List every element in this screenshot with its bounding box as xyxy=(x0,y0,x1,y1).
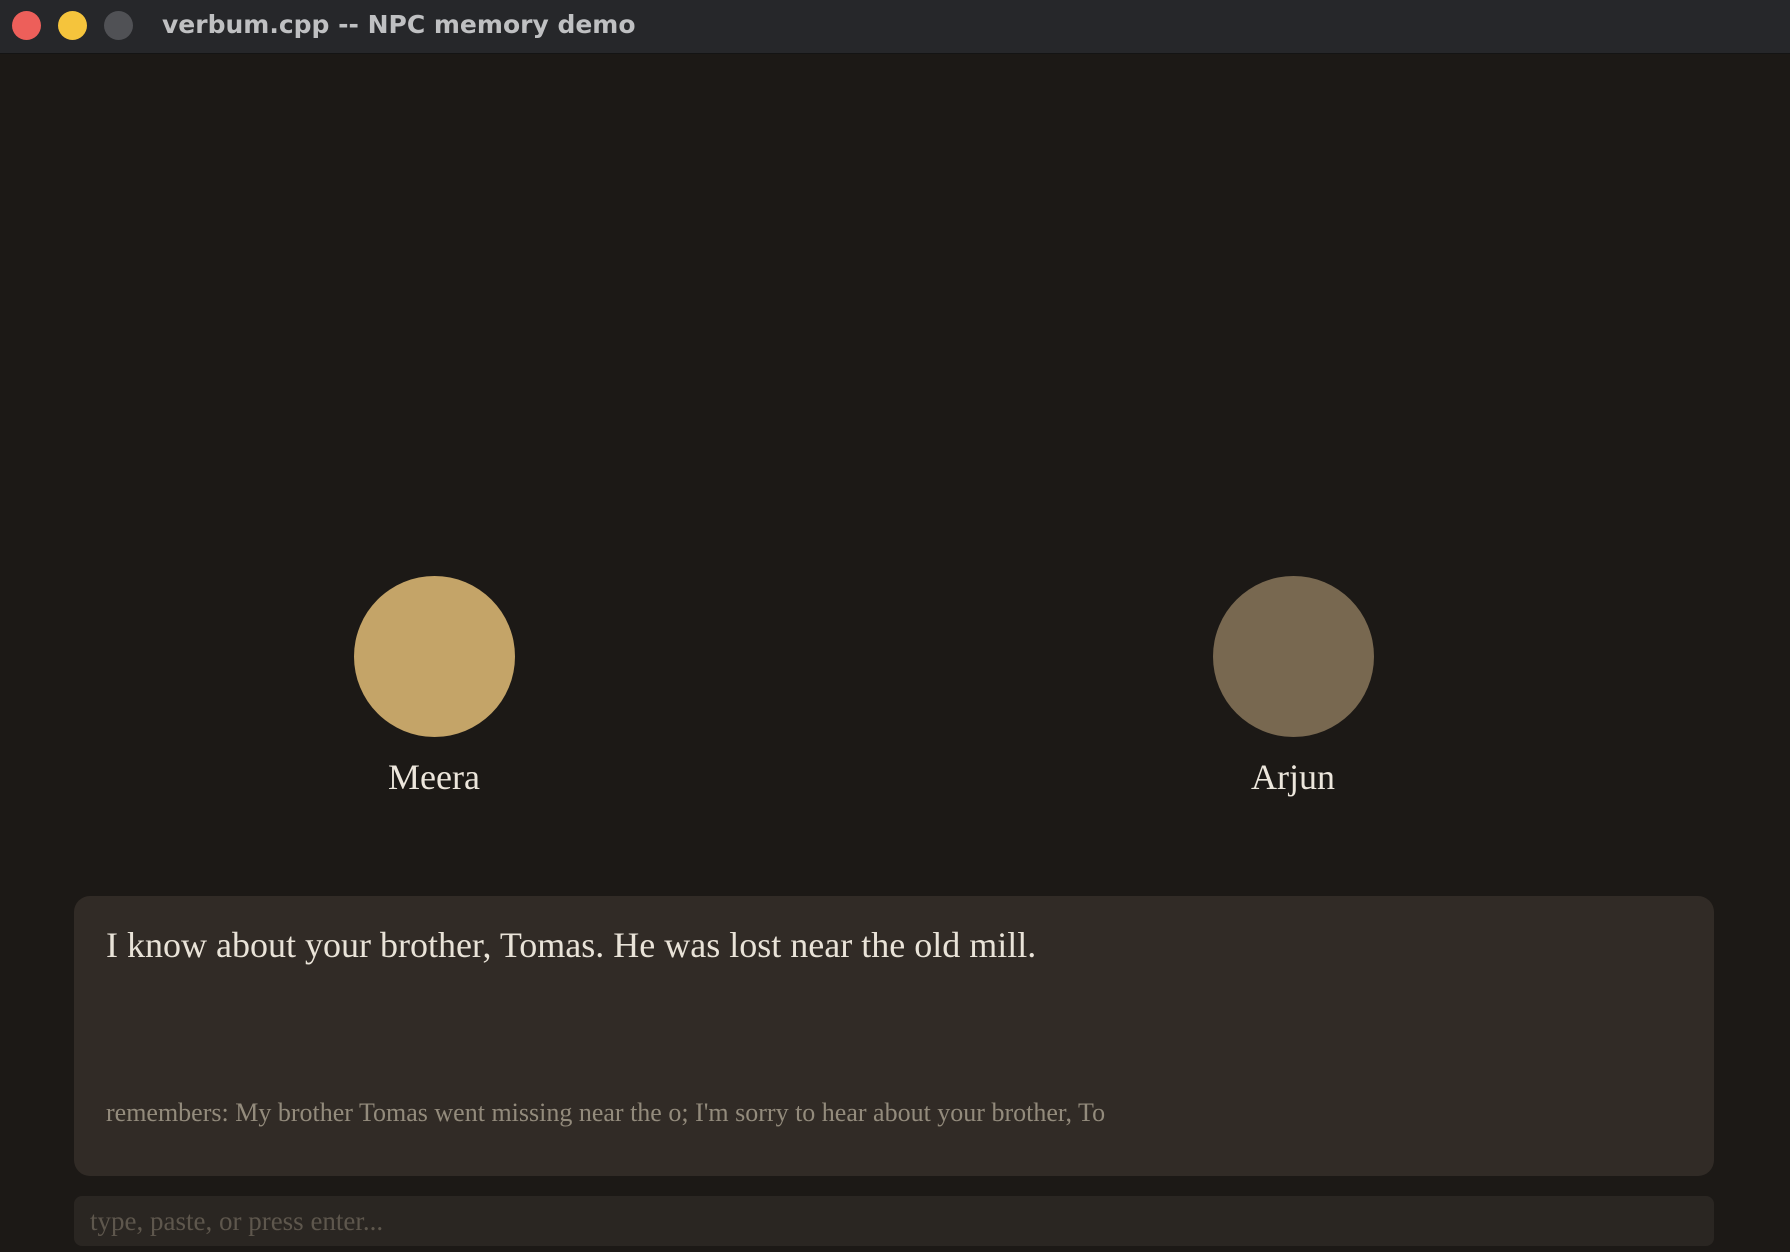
npc-arjun[interactable]: Arjun xyxy=(1183,576,1403,795)
window-title: verbum.cpp -- NPC memory demo xyxy=(162,10,636,39)
close-window-button[interactable] xyxy=(12,11,41,40)
zoom-window-button[interactable] xyxy=(104,11,133,40)
chat-input-bar[interactable] xyxy=(74,1196,1714,1246)
app-window: verbum.cpp -- NPC memory demo Meera Arju… xyxy=(0,0,1790,1252)
memory-recall-text: remembers: My brother Tomas went missing… xyxy=(106,1098,1106,1127)
minimize-window-button[interactable] xyxy=(58,11,87,40)
npc-arjun-name: Arjun xyxy=(1251,757,1335,797)
dialogue-box: I know about your brother, Tomas. He was… xyxy=(74,896,1714,1176)
npc-meera-avatar[interactable] xyxy=(353,576,515,737)
npc-meera-name: Meera xyxy=(388,757,480,797)
dialogue-text: I know about your brother, Tomas. He was… xyxy=(106,925,1037,965)
npc-meera[interactable]: Meera xyxy=(324,576,544,795)
chat-input[interactable] xyxy=(74,1196,1714,1246)
npc-arjun-avatar[interactable] xyxy=(1212,576,1374,737)
title-bar: verbum.cpp -- NPC memory demo xyxy=(0,0,1790,54)
